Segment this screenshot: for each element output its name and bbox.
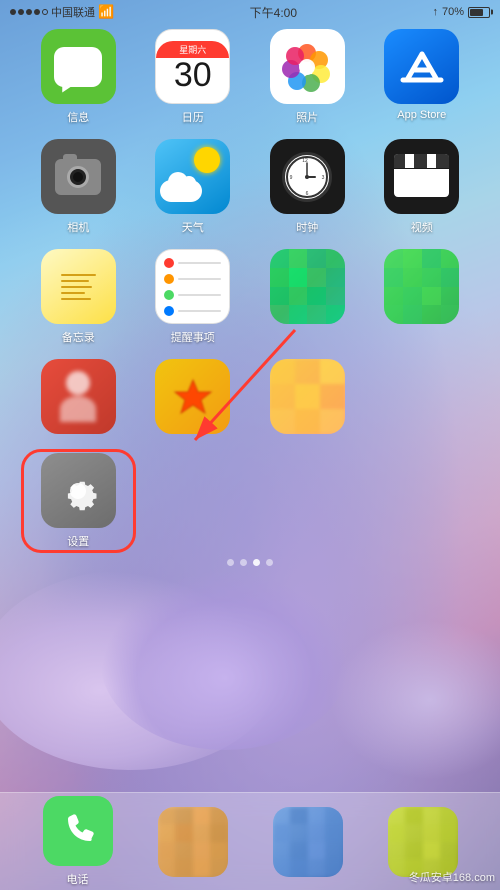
signal-bars (10, 9, 48, 15)
app-pix-green2[interactable] (369, 249, 476, 345)
clock-label: 时钟 (296, 219, 318, 235)
battery-percent: 70% (442, 6, 464, 18)
pix-star-icon (155, 359, 230, 434)
camera-icon (41, 139, 116, 214)
clapboard (394, 154, 449, 199)
watermark: 冬瓜安卓168.com (409, 869, 495, 885)
app-pix-red[interactable] (25, 359, 132, 439)
empty-icon (384, 359, 459, 434)
dock-app3-icon (273, 807, 343, 877)
app-empty2 (140, 453, 247, 549)
weather-icon (155, 139, 230, 214)
app-pix-green1[interactable] (254, 249, 361, 345)
svg-text:3: 3 (322, 175, 325, 181)
empty4-icon (384, 453, 459, 528)
empty2-icon (155, 453, 230, 528)
app-weather[interactable]: 天气 (140, 139, 247, 235)
app-camera[interactable]: 相机 (25, 139, 132, 235)
dock-app4-icon (388, 807, 458, 877)
appstore-icon (384, 29, 459, 104)
notes-icon (41, 249, 116, 324)
dock-phone-label: 电话 (67, 871, 89, 887)
dock-phone[interactable]: 电话 (43, 796, 113, 887)
messages-bubble (54, 47, 102, 87)
app-empty-slot (369, 359, 476, 439)
reminders-label: 提醒事项 (171, 329, 215, 345)
pix-green2-icon (384, 249, 459, 324)
notes-label: 备忘录 (62, 329, 95, 345)
battery-icon (468, 7, 490, 18)
status-bar: 中国联通 📶 下午4:00 ↑ 70% (0, 0, 500, 24)
weather-cloud (160, 180, 202, 202)
app-empty4 (369, 453, 476, 549)
camera-bump (63, 154, 77, 161)
svg-text:6: 6 (306, 191, 309, 197)
appstore-label: App Store (397, 109, 446, 121)
app-pix-yellow[interactable] (254, 359, 361, 439)
dock-app2-icon (158, 807, 228, 877)
dock-phone-icon (43, 796, 113, 866)
notes-lines (56, 265, 101, 309)
messages-icon (41, 29, 116, 104)
page-dots (0, 549, 500, 576)
clock-face: 12 3 6 9 (282, 152, 332, 202)
dock-app3[interactable] (273, 807, 343, 877)
app-empty3 (254, 453, 361, 549)
pix-yellow-icon (270, 359, 345, 434)
pix-red-icon (41, 359, 116, 434)
settings-highlight-border (21, 449, 136, 553)
app-appstore[interactable]: App Store (369, 29, 476, 125)
videos-label: 视频 (411, 219, 433, 235)
app-pix-star[interactable] (140, 359, 247, 439)
calendar-label: 日历 (182, 109, 204, 125)
app-clock[interactable]: 12 3 6 9 时钟 (254, 139, 361, 235)
camera-lens-inner (73, 172, 83, 182)
app-notes[interactable]: 备忘录 (25, 249, 132, 345)
app-videos[interactable]: 视频 (369, 139, 476, 235)
page-dot-4[interactable] (266, 559, 273, 566)
weather-label: 天气 (182, 219, 204, 235)
clock-icon: 12 3 6 9 (270, 139, 345, 214)
carrier-name: 中国联通 (51, 4, 95, 20)
app-calendar[interactable]: 星期六 30 日历 (140, 29, 247, 125)
app-settings[interactable]: 设置 (25, 453, 132, 549)
videos-icon (384, 139, 459, 214)
page-dot-2[interactable] (240, 559, 247, 566)
status-right: ↑ 70% (432, 6, 490, 18)
clapboard-bottom (394, 169, 449, 197)
dock-app2[interactable] (158, 807, 228, 877)
camera-label: 相机 (67, 219, 89, 235)
empty3-icon (270, 453, 345, 528)
calendar-icon: 星期六 30 (155, 29, 230, 104)
calendar-date: 30 (174, 58, 212, 92)
wifi-icon: 📶 (98, 4, 114, 20)
status-left: 中国联通 📶 (10, 4, 114, 20)
app-reminders[interactable]: 提醒事项 (140, 249, 247, 345)
svg-text:9: 9 (290, 175, 293, 181)
photos-label: 照片 (296, 109, 318, 125)
clapboard-top (394, 154, 449, 168)
app-messages[interactable]: 信息 (25, 29, 132, 125)
app-grid: 信息 星期六 30 日历 (20, 29, 480, 549)
pix-green1-icon (270, 249, 345, 324)
camera-lens (67, 166, 89, 188)
page-dot-3[interactable] (253, 559, 260, 566)
status-time: 下午4:00 (250, 4, 297, 21)
reminders-icon (155, 249, 230, 324)
location-arrow-icon: ↑ (432, 6, 438, 18)
page-dot-1[interactable] (227, 559, 234, 566)
appstore-svg (397, 42, 447, 92)
camera-body (55, 159, 101, 195)
photos-wheel (281, 41, 333, 93)
messages-label: 信息 (67, 109, 89, 125)
weather-sun (194, 147, 220, 173)
home-screen: 信息 星期六 30 日历 (0, 24, 500, 549)
photos-icon (270, 29, 345, 104)
app-photos[interactable]: 照片 (254, 29, 361, 125)
dock-app4[interactable] (388, 807, 458, 877)
